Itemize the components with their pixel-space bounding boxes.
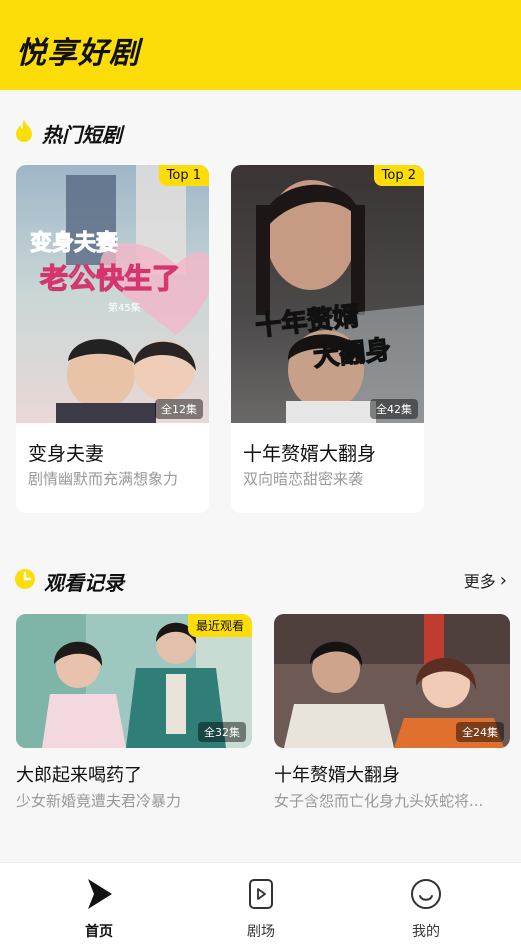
tab-label: 首页 [85, 924, 113, 940]
rank-badge: Top 2 [373, 165, 424, 186]
hot-section-title: 热门短剧 [42, 122, 122, 147]
chevron-right-icon: › [499, 569, 507, 591]
card-title: 十年赘婿大翻身 [243, 443, 377, 465]
hot-card[interactable]: 变身夫妻 老公快生了 第45集 Top 1 全12集 变身夫妻 剧情幽默而充满想… [16, 165, 209, 513]
tab-label: 我的 [412, 924, 440, 940]
rank-badge: Top 1 [158, 165, 209, 186]
poster-episode-caption: 第45集 [108, 303, 141, 314]
recent-badge: 最近观看 [187, 614, 252, 637]
history-section-header: 观看记录 [14, 566, 124, 596]
history-item-image[interactable]: 最近观看 全32集 [16, 614, 252, 748]
episode-count-badge: 全12集 [155, 399, 203, 419]
smile-icon [409, 877, 443, 915]
top-bar: 悦享好剧 [0, 0, 521, 90]
hot-card[interactable]: 十年赘婿 大翻身 Top 2 全42集 十年赘婿大翻身 双向暗恋甜密来袭 [231, 165, 424, 513]
hot-section-header: 热门短剧 [14, 118, 122, 148]
poster-caption: 老公快生了 [39, 261, 181, 295]
tab-theater[interactable]: 剧场 [211, 877, 311, 941]
tab-home[interactable]: 首页 [49, 877, 149, 941]
history-item-image[interactable]: 全24集 [274, 614, 510, 748]
play-logo-icon [84, 877, 114, 915]
card-title: 变身夫妻 [28, 443, 105, 465]
episode-count-badge: 全32集 [198, 722, 246, 742]
poster-caption: 变身夫妻 [29, 231, 119, 257]
tab-label: 剧场 [247, 924, 275, 940]
history-section-title: 观看记录 [44, 570, 124, 595]
more-label: 更多 [463, 572, 496, 591]
bottom-tab-bar: 首页 剧场 我的 [0, 862, 521, 952]
poster-image [231, 165, 424, 423]
card-desc: 剧情幽默而充满想象力 [28, 470, 179, 488]
app-title: 悦享好剧 [16, 36, 140, 71]
history-item-title[interactable]: 十年赘婿大翻身 [274, 761, 400, 787]
history-item-desc: 少女新婚竟遭夫君冷暴力 [16, 792, 182, 810]
episode-count-badge: 全42集 [370, 399, 418, 419]
flame-icon [14, 119, 34, 147]
theater-icon [247, 877, 275, 915]
more-link[interactable]: 更多 › [464, 568, 507, 592]
tab-mine[interactable]: 我的 [376, 877, 476, 941]
history-item-title[interactable]: 大郎起来喝药了 [16, 761, 142, 787]
episode-count-badge: 全24集 [456, 722, 504, 742]
clock-icon [14, 568, 36, 594]
history-item-desc: 女子含怨而亡化身九头妖蛇将... [274, 792, 484, 810]
card-desc: 双向暗恋甜密来袭 [243, 470, 364, 488]
